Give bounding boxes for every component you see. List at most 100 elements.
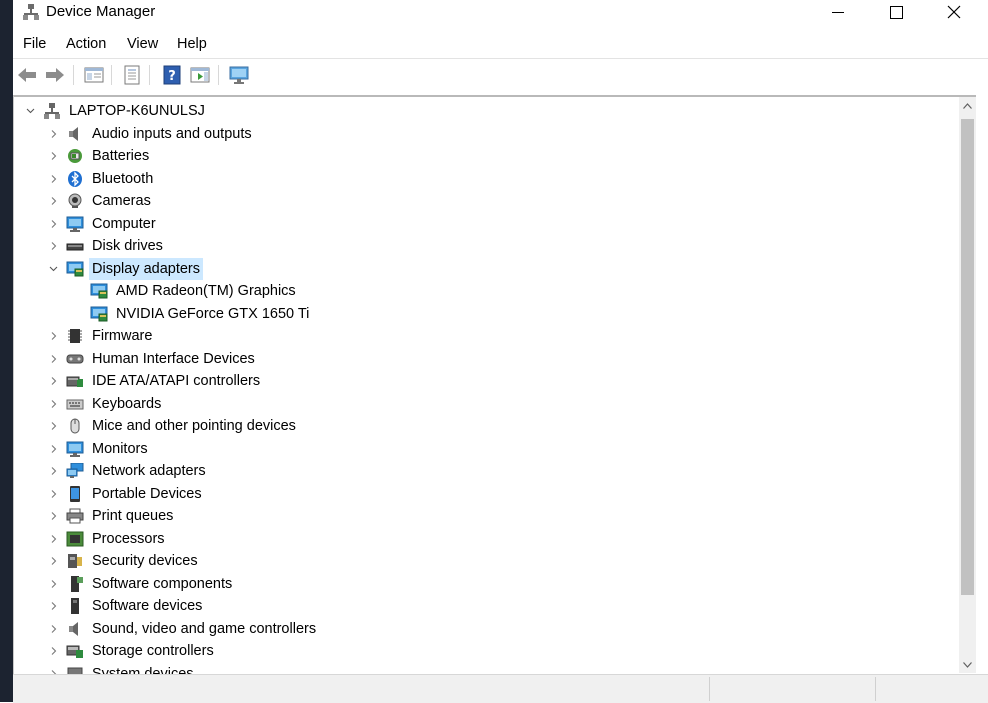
chevron-right-icon[interactable] [47,145,59,167]
tree-device[interactable]: AMD Radeon(TM) Graphics [14,280,954,302]
chevron-right-icon[interactable] [47,393,59,415]
title-bar[interactable]: Device Manager [13,0,988,30]
tree-category[interactable]: Audio inputs and outputs [14,123,954,145]
chevron-right-icon[interactable] [47,618,59,640]
close-button[interactable] [926,0,981,24]
back-arrow-icon [18,68,36,82]
software-component-icon [66,575,84,592]
toolbar: ? [13,58,988,91]
tree-item-label: Network adapters [92,463,206,479]
device-tree[interactable]: LAPTOP-K6UNULSJ Audio inputs and outputs B… [13,95,976,675]
device-manager-window: Device Manager File Action View Help ? L… [13,0,988,703]
chevron-right-icon[interactable] [47,460,59,482]
tree-item-label: Processors [92,530,165,547]
action-pane-button[interactable] [189,64,211,86]
tree-item-label: Cameras [92,193,151,209]
tree-category[interactable]: Disk drives [14,235,954,257]
tree-category[interactable]: IDE ATA/ATAPI controllers [14,370,954,392]
chevron-right-icon[interactable] [47,168,59,190]
display-adapter-icon [90,306,108,322]
printer-icon [66,508,84,524]
tree-category[interactable]: Batteries [14,145,954,167]
software-device-icon [66,598,84,614]
tree-category[interactable]: Processors [14,528,954,550]
tree-root[interactable]: LAPTOP-K6UNULSJ [14,100,954,122]
chevron-right-icon[interactable] [47,235,59,257]
window-title: Device Manager [46,3,156,20]
tree-category[interactable]: Software components [14,573,954,595]
tree-item-label: Human Interface Devices [92,350,255,367]
chevron-down-icon[interactable] [47,258,59,280]
vertical-scrollbar[interactable] [959,97,976,673]
minimize-button[interactable] [810,0,865,24]
chevron-right-icon[interactable] [47,640,59,662]
tree-category[interactable]: Print queues [14,505,954,527]
tree-category[interactable]: Bluetooth [14,168,954,190]
tree-category[interactable]: Software devices [14,595,954,617]
storage-controller-icon [66,643,84,659]
chevron-right-icon[interactable] [47,370,59,392]
portable-device-icon [66,485,84,502]
speaker-icon [66,126,84,142]
toolbar-separator [218,65,219,85]
help-button[interactable]: ? [161,64,183,86]
tree-item-label: Display adapters [89,257,203,280]
tree-device[interactable]: NVIDIA GeForce GTX 1650 Ti [14,303,954,325]
back-button[interactable] [16,64,38,86]
tree-item-label: Software devices [92,598,203,614]
properties-button[interactable] [121,64,143,86]
chevron-right-icon[interactable] [47,325,59,347]
menu-view[interactable]: View [127,36,158,52]
tree-category[interactable]: Storage controllers [14,640,954,662]
menu-file[interactable]: File [23,36,46,52]
svg-text:?: ? [168,69,176,84]
console-tree-button[interactable] [83,64,105,86]
tree-category[interactable]: Portable Devices [14,483,954,505]
scroll-up-button[interactable] [959,97,976,114]
tree-item-label: Portable Devices [92,485,202,502]
chevron-down-icon[interactable] [24,100,36,122]
tree-category[interactable]: Mice and other pointing devices [14,415,954,437]
tree-category[interactable]: Firmware [14,325,954,347]
forward-button[interactable] [44,64,66,86]
minimize-icon [831,11,844,13]
tree-category[interactable]: Computer [14,213,954,235]
tree-item-label: Sound, video and game controllers [92,620,317,637]
chevron-right-icon[interactable] [47,415,59,437]
disk-drive-icon [66,238,84,254]
forward-arrow-icon [46,68,64,82]
menu-action[interactable]: Action [66,36,106,52]
tree-item-label: Firmware [92,328,153,344]
chevron-right-icon[interactable] [47,550,59,572]
chevron-right-icon[interactable] [47,190,59,212]
menu-help[interactable]: Help [177,36,207,52]
chevron-right-icon[interactable] [47,123,59,145]
tree-item-label: Print queues [92,508,174,524]
tree-category[interactable]: Network adapters [14,460,954,482]
chevron-right-icon[interactable] [47,483,59,505]
chevron-right-icon[interactable] [47,528,59,550]
chevron-right-icon[interactable] [47,348,59,370]
chevron-right-icon[interactable] [47,213,59,235]
tree-category[interactable]: Security devices [14,550,954,572]
tree-category[interactable]: Sound, video and game controllers [14,618,954,640]
tree-item-label: Storage controllers [92,643,214,659]
tree-category[interactable]: Display adapters [14,257,954,280]
scan-hardware-button[interactable] [228,64,250,86]
chevron-right-icon[interactable] [47,438,59,460]
tree-item-label: Keyboards [92,395,162,412]
tree-category[interactable]: Human Interface Devices [14,348,954,370]
tree-category[interactable]: Cameras [14,190,954,212]
scrollbar-thumb[interactable] [961,119,974,595]
chevron-right-icon[interactable] [47,595,59,617]
tree-category[interactable]: Monitors [14,438,954,460]
tree-category[interactable]: Keyboards [14,393,954,415]
sound-controller-icon [66,621,84,637]
status-divider [875,677,876,701]
chevron-right-icon[interactable] [47,505,59,527]
chevron-right-icon[interactable] [47,573,59,595]
mouse-icon [66,418,84,434]
maximize-button[interactable] [869,0,924,24]
scroll-down-button[interactable] [959,656,976,673]
tree-item-label: LAPTOP-K6UNULSJ [69,103,205,119]
